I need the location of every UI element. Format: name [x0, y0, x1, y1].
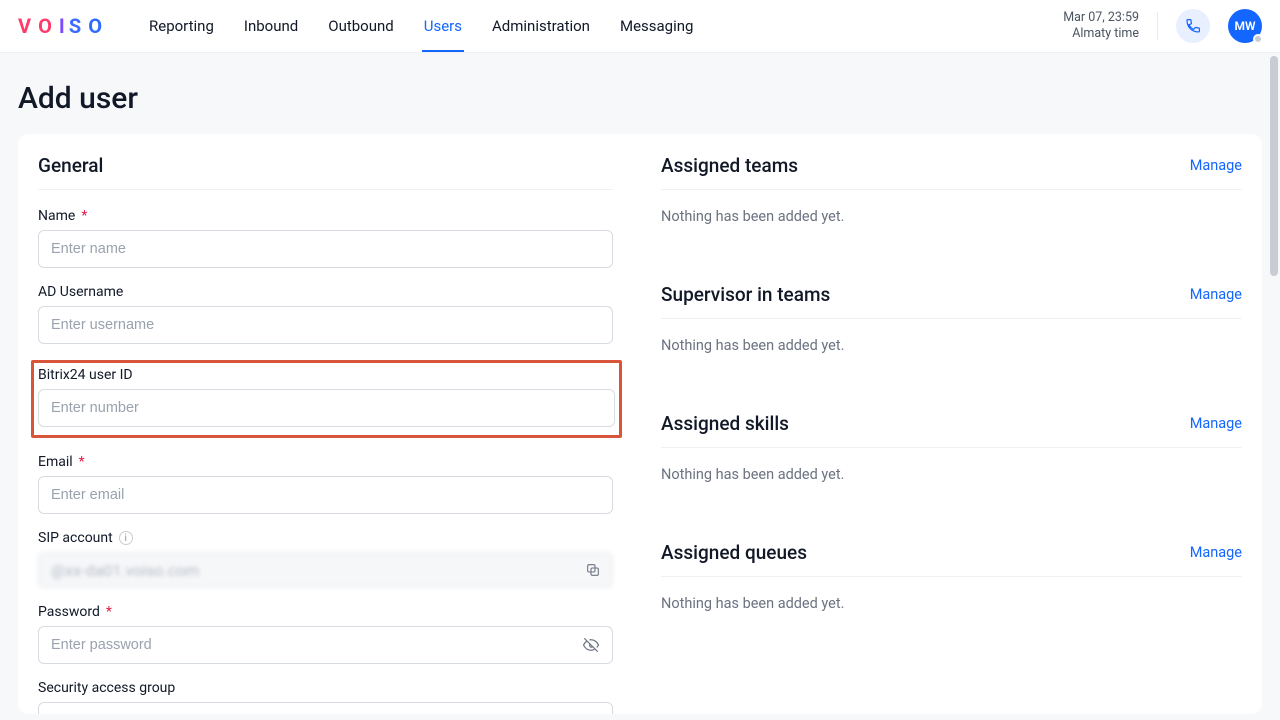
- nav-inbound[interactable]: Inbound: [242, 1, 300, 51]
- security-group-select[interactable]: [38, 702, 613, 714]
- logo-letter: I: [59, 14, 65, 38]
- divider: [661, 447, 1242, 448]
- field-name: Name *: [38, 208, 613, 268]
- field-bitrix-user-id: Bitrix24 user ID: [31, 360, 622, 438]
- bitrix-user-id-input[interactable]: [38, 389, 615, 427]
- block-supervisor-in-teams: Supervisor in teams Manage Nothing has b…: [661, 283, 1242, 354]
- password-input[interactable]: [38, 626, 613, 664]
- presence-dot-icon: [1253, 34, 1263, 44]
- label-security-group: Security access group: [38, 680, 175, 696]
- avatar[interactable]: MW: [1228, 9, 1262, 43]
- empty-text: Nothing has been added yet.: [661, 595, 1242, 612]
- divider: [1157, 12, 1158, 40]
- sip-account-value: @xx-da01.voiso.com: [38, 552, 613, 588]
- label-email: Email: [38, 454, 73, 470]
- nav-outbound[interactable]: Outbound: [326, 1, 396, 51]
- toggle-password-button[interactable]: [577, 631, 605, 659]
- divider: [38, 189, 613, 190]
- nav-administration[interactable]: Administration: [490, 1, 592, 51]
- field-ad-username: AD Username: [38, 284, 613, 344]
- nav-messaging[interactable]: Messaging: [618, 1, 695, 51]
- empty-text: Nothing has been added yet.: [661, 337, 1242, 354]
- field-password: Password *: [38, 604, 613, 664]
- logo-letter: V: [18, 14, 34, 38]
- manage-link-assigned-teams[interactable]: Manage: [1190, 157, 1242, 174]
- copy-icon: [585, 562, 601, 578]
- info-icon[interactable]: i: [119, 531, 133, 545]
- logo-letter: O: [38, 14, 55, 38]
- topbar: V O I S O Reporting Inbound Outbound Use…: [0, 0, 1280, 53]
- block-assigned-queues: Assigned queues Manage Nothing has been …: [661, 541, 1242, 612]
- logo-letter: O: [88, 14, 105, 38]
- general-section: General Name * AD Username Bitrix24 user…: [38, 154, 613, 714]
- section-title-general: General: [38, 154, 613, 177]
- clock: Mar 07, 23:59 Almaty time: [1063, 10, 1139, 41]
- name-input[interactable]: [38, 230, 613, 268]
- divider: [661, 576, 1242, 577]
- required-asterisk: *: [79, 454, 85, 470]
- primary-nav: Reporting Inbound Outbound Users Adminis…: [147, 1, 695, 51]
- empty-text: Nothing has been added yet.: [661, 208, 1242, 225]
- label-name: Name: [38, 208, 75, 224]
- field-security-group: Security access group: [38, 680, 613, 714]
- phone-icon: [1184, 17, 1202, 35]
- divider: [661, 189, 1242, 190]
- copy-button[interactable]: [579, 556, 607, 584]
- field-sip-account: SIP account i @xx-da01.voiso.com: [38, 530, 613, 588]
- block-assigned-teams: Assigned teams Manage Nothing has been a…: [661, 154, 1242, 225]
- label-bitrix: Bitrix24 user ID: [38, 367, 133, 383]
- label-sip: SIP account: [38, 530, 113, 546]
- dialer-button[interactable]: [1176, 9, 1210, 43]
- nav-users[interactable]: Users: [422, 1, 464, 51]
- empty-text: Nothing has been added yet.: [661, 466, 1242, 483]
- logo: V O I S O: [18, 14, 105, 38]
- manage-link-assigned-queues[interactable]: Manage: [1190, 544, 1242, 561]
- manage-link-assigned-skills[interactable]: Manage: [1190, 415, 1242, 432]
- clock-tz: Almaty time: [1063, 26, 1139, 42]
- label-password: Password: [38, 604, 100, 620]
- ad-username-input[interactable]: [38, 306, 613, 344]
- avatar-initials: MW: [1234, 19, 1255, 33]
- card: General Name * AD Username Bitrix24 user…: [18, 134, 1262, 714]
- clock-time: Mar 07, 23:59: [1063, 10, 1139, 26]
- block-title: Assigned skills: [661, 412, 789, 435]
- scrollbar[interactable]: [1270, 0, 1278, 720]
- page-title: Add user: [18, 81, 1262, 116]
- right-column: Assigned teams Manage Nothing has been a…: [661, 154, 1242, 714]
- topbar-right: Mar 07, 23:59 Almaty time MW: [1063, 9, 1262, 43]
- eye-off-icon: [582, 636, 600, 654]
- label-ad-username: AD Username: [38, 284, 123, 300]
- scrollbar-thumb[interactable]: [1270, 56, 1278, 276]
- block-assigned-skills: Assigned skills Manage Nothing has been …: [661, 412, 1242, 483]
- nav-reporting[interactable]: Reporting: [147, 1, 216, 51]
- divider: [661, 318, 1242, 319]
- manage-link-supervisor-in-teams[interactable]: Manage: [1190, 286, 1242, 303]
- block-title: Assigned queues: [661, 541, 807, 564]
- logo-letter: S: [69, 14, 84, 38]
- page: Add user General Name * AD Username Bitr…: [0, 53, 1280, 720]
- email-input[interactable]: [38, 476, 613, 514]
- required-asterisk: *: [106, 604, 112, 620]
- block-title: Supervisor in teams: [661, 283, 830, 306]
- field-email: Email *: [38, 454, 613, 514]
- required-asterisk: *: [81, 208, 87, 224]
- block-title: Assigned teams: [661, 154, 798, 177]
